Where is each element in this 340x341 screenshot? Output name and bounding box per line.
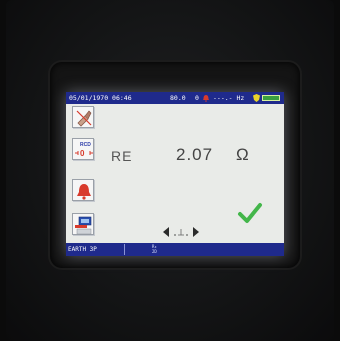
- rdd-zero-icon: 0: [75, 149, 93, 158]
- probe-icon: [76, 110, 92, 127]
- measurement-unit: Ω: [236, 145, 249, 164]
- status-bar: 05/01/1970 06:46 80.0 0 ---.- Hz: [66, 92, 284, 104]
- status-frequency: ---.- Hz: [213, 94, 245, 102]
- bottom-bar: EARTH 3P R₀ 2D: [66, 243, 284, 256]
- left-right-arrows-icon[interactable]: [161, 226, 201, 238]
- bottom-mini-bottom: 2D: [152, 249, 157, 254]
- shield-icon: [253, 94, 260, 102]
- probe-button[interactable]: [72, 106, 94, 128]
- checkmark-icon: [238, 203, 262, 223]
- bottom-bar-divider: [124, 244, 125, 255]
- status-zero: 0: [195, 94, 199, 102]
- settings-icon: [75, 216, 92, 235]
- battery-icon: [262, 95, 280, 101]
- bell-icon: [77, 184, 91, 200]
- bottom-mini-indicator: R₀ 2D: [152, 244, 157, 254]
- test-mode-label: EARTH 3P: [68, 246, 97, 253]
- status-date-time: 05/01/1970 06:46: [69, 94, 132, 102]
- instrument-screen: 05/01/1970 06:46 80.0 0 ---.- Hz RCD 0 R…: [66, 92, 284, 256]
- status-voltage: 80.0: [170, 94, 186, 102]
- rcd-zero-button[interactable]: RCD 0: [72, 138, 94, 160]
- alarm-button[interactable]: [72, 179, 94, 201]
- alarm-status-icon: [203, 95, 209, 102]
- svg-text:0: 0: [80, 149, 85, 158]
- measurement-value: 2.07: [176, 145, 214, 164]
- settings-button[interactable]: [72, 213, 94, 235]
- measurement-label: RE: [111, 148, 133, 164]
